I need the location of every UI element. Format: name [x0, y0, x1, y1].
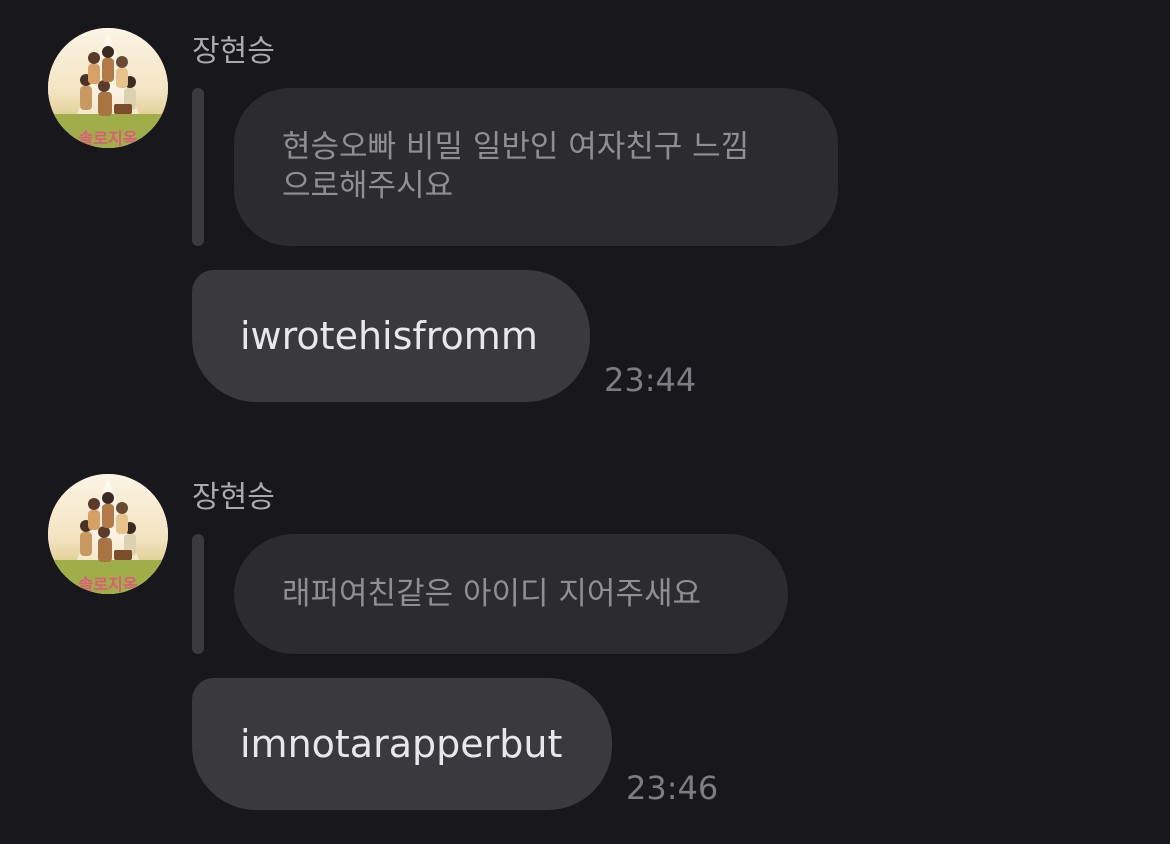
- sender-avatar[interactable]: 솔로지옥: [48, 474, 168, 594]
- svg-text:솔로지옥: 솔로지옥: [79, 575, 138, 594]
- sender-avatar[interactable]: 솔로지옥: [48, 28, 168, 148]
- svg-text:솔로지옥: 솔로지옥: [79, 129, 138, 148]
- message-bubble[interactable]: iwrotehisfromm: [192, 270, 590, 402]
- message-timestamp: 23:44: [604, 361, 697, 399]
- chat-thread: 솔로지옥 장현승 현승오빠 비밀 일반인 여자친구 느낌 으로해주시요 iwro…: [0, 0, 1170, 844]
- reply-indicator-bar: [192, 534, 204, 654]
- quoted-text-line: 으로해주시요: [282, 168, 454, 204]
- group-photo-avatar-icon: 솔로지옥: [48, 474, 168, 594]
- reply-indicator-bar: [192, 88, 204, 246]
- message-text: iwrotehisfromm: [240, 314, 538, 358]
- quoted-message-text: 래퍼여친같은 아이디 지어주새요: [282, 575, 701, 614]
- group-photo-avatar-icon: 솔로지옥: [48, 28, 168, 148]
- message-text: imnotarapperbut: [240, 722, 563, 766]
- message-bubble[interactable]: imnotarapperbut: [192, 678, 612, 810]
- sender-name: 장현승: [192, 480, 275, 515]
- quoted-message-bubble[interactable]: 현승오빠 비밀 일반인 여자친구 느낌 으로해주시요: [234, 88, 838, 246]
- message-timestamp: 23:46: [626, 769, 719, 807]
- quoted-message-text: 현승오빠 비밀 일반인 여자친구 느낌 으로해주시요: [282, 128, 749, 206]
- quoted-text-line: 현승오빠 비밀 일반인 여자친구 느낌: [282, 129, 750, 165]
- sender-name: 장현승: [192, 34, 275, 69]
- quoted-message-bubble[interactable]: 래퍼여친같은 아이디 지어주새요: [234, 534, 788, 654]
- quoted-text-line: 래퍼여친같은 아이디 지어주새요: [282, 575, 701, 612]
